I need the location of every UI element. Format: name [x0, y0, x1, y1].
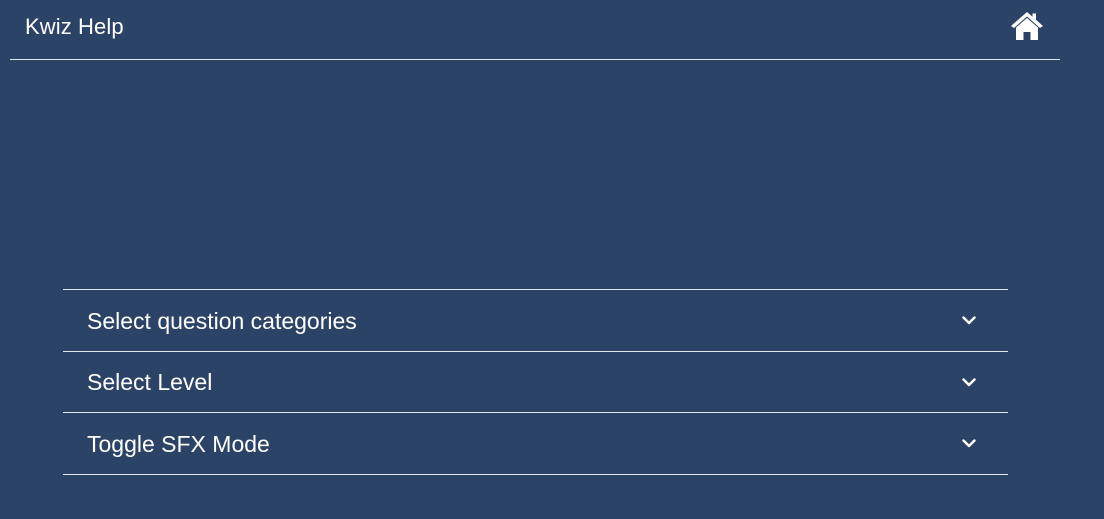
home-icon [1011, 12, 1043, 40]
accordion-item-question-categories[interactable]: Select question categories [63, 290, 1008, 352]
help-accordion: Select question categories Select Level … [63, 289, 1008, 475]
top-bar: Kwiz Help [10, 0, 1060, 60]
chevron-down-icon[interactable] [960, 315, 978, 327]
chevron-down-icon[interactable] [960, 376, 978, 388]
accordion-item-label: Select Level [87, 369, 213, 395]
accordion-item-toggle-sfx-mode[interactable]: Toggle SFX Mode [63, 413, 1008, 475]
accordion-item-select-level[interactable]: Select Level [63, 352, 1008, 413]
home-button[interactable] [1008, 10, 1046, 42]
help-page: Kwiz Help Select question categories Sel… [0, 0, 1104, 519]
accordion-item-label: Select question categories [87, 307, 357, 334]
page-title: Kwiz Help [25, 14, 124, 39]
accordion-item-label: Toggle SFX Mode [87, 430, 270, 457]
chevron-down-icon[interactable] [960, 438, 978, 450]
